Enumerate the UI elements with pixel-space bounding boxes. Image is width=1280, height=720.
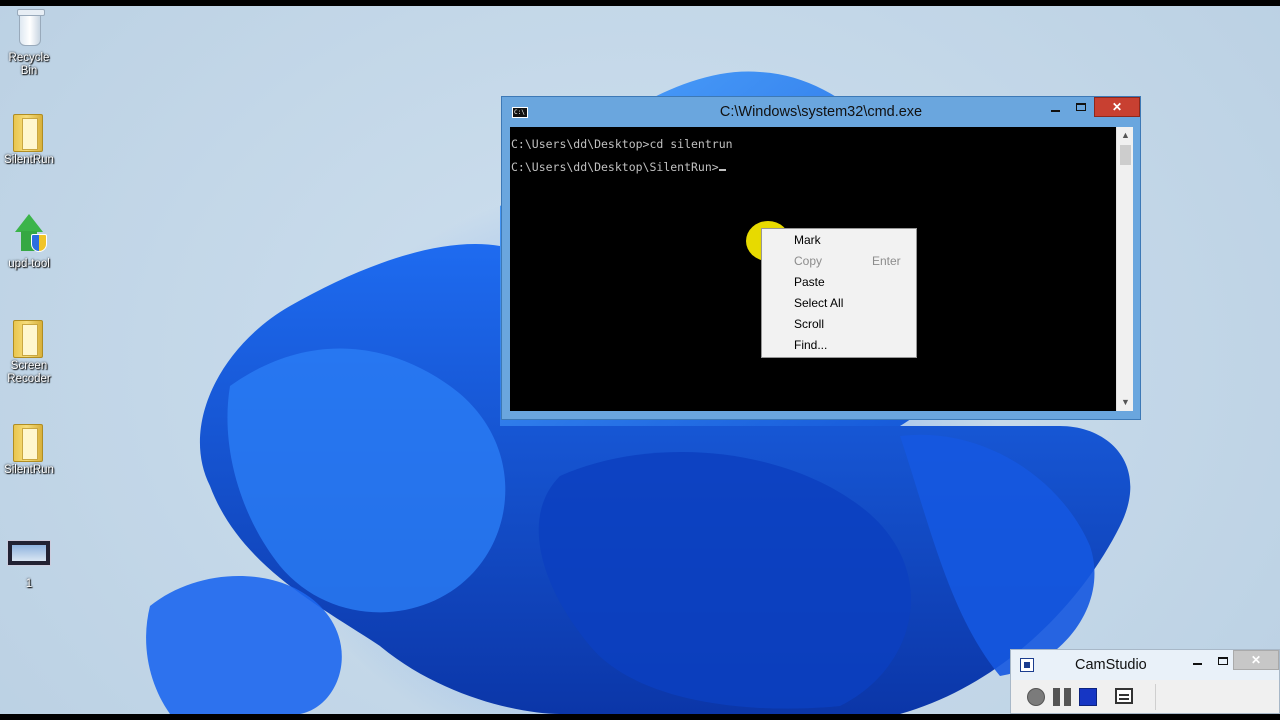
close-icon: ✕ bbox=[1250, 653, 1262, 667]
desktop-icon-label: 1 bbox=[25, 578, 33, 590]
context-menu: Mark Copy Enter Paste Select All Scroll … bbox=[761, 228, 917, 358]
camstudio-minimize-button[interactable] bbox=[1185, 654, 1209, 668]
scrollbar-thumb[interactable] bbox=[1120, 145, 1131, 165]
camstudio-app-icon[interactable] bbox=[1020, 658, 1034, 672]
vertical-scrollbar[interactable]: ▲ ▼ bbox=[1116, 127, 1133, 411]
folder-icon bbox=[9, 420, 49, 462]
menu-item-label: Copy bbox=[794, 254, 823, 268]
console-line-prompt: C:\Users\dd\Desktop\SilentRun> bbox=[511, 156, 1116, 179]
menu-item-accelerator: Enter bbox=[872, 254, 901, 268]
options-icon[interactable] bbox=[1115, 688, 1133, 704]
menu-item-label: Paste bbox=[794, 275, 825, 289]
camstudio-window[interactable]: CamStudio ✕ bbox=[1010, 649, 1280, 714]
folder-icon bbox=[9, 316, 49, 358]
desktop-icon-upd-tool[interactable]: upd-tool bbox=[0, 214, 58, 271]
desktop-icon-label: Recycle Bin bbox=[8, 52, 50, 77]
menu-item-label: Select All bbox=[794, 296, 844, 310]
menu-item-find[interactable]: Find... bbox=[762, 335, 916, 356]
console-prompt: C:\Users\dd\Desktop\SilentRun> bbox=[511, 160, 719, 174]
pause-icon[interactable] bbox=[1053, 688, 1071, 706]
console-line: C:\Users\dd\Desktop>cd silentrun bbox=[511, 137, 733, 151]
desktop-icon-silentrun[interactable]: SilentRun bbox=[0, 110, 58, 167]
desktop-icon-screen-recoder[interactable]: Screen Recoder bbox=[0, 316, 58, 386]
camstudio-title: CamStudio bbox=[1075, 657, 1147, 673]
desktop-icon-label: upd-tool bbox=[8, 258, 50, 270]
desktop-icon-recycle-bin[interactable]: Recycle Bin bbox=[0, 8, 58, 78]
close-button[interactable]: ✕ bbox=[1094, 97, 1140, 117]
cmd-titlebar[interactable]: C:\ C:\Windows\system32\cmd.exe ✕ bbox=[502, 97, 1140, 127]
record-icon[interactable] bbox=[1027, 688, 1045, 706]
menu-item-label: Scroll bbox=[794, 317, 825, 331]
maximize-button[interactable] bbox=[1068, 99, 1094, 119]
desktop-icon-label: SilentRun bbox=[4, 464, 54, 476]
minimize-icon bbox=[1192, 663, 1202, 665]
camstudio-maximize-button[interactable] bbox=[1211, 654, 1235, 668]
desktop-icon-label: Screen Recoder bbox=[7, 360, 51, 385]
close-icon: ✕ bbox=[1111, 100, 1123, 114]
recycle-bin-icon bbox=[9, 8, 49, 50]
camstudio-close-button[interactable]: ✕ bbox=[1233, 650, 1279, 670]
desktop-icon-label: SilentRun bbox=[4, 154, 54, 166]
menu-item-scroll[interactable]: Scroll bbox=[762, 314, 916, 335]
folder-icon bbox=[9, 110, 49, 152]
menu-item-mark[interactable]: Mark bbox=[762, 230, 916, 251]
video-file-icon bbox=[7, 534, 51, 576]
minimize-icon bbox=[1050, 110, 1060, 112]
update-shield-icon bbox=[9, 214, 49, 256]
maximize-icon bbox=[1076, 103, 1086, 111]
scroll-up-icon[interactable]: ▲ bbox=[1117, 127, 1134, 144]
text-cursor bbox=[718, 169, 726, 171]
menu-item-label: Mark bbox=[794, 233, 821, 247]
stop-icon[interactable] bbox=[1079, 688, 1097, 706]
desktop-icon-video-1[interactable]: 1 bbox=[0, 534, 58, 591]
menu-item-select-all[interactable]: Select All bbox=[762, 293, 916, 314]
toolbar-divider bbox=[1155, 684, 1156, 710]
scroll-down-icon[interactable]: ▼ bbox=[1117, 394, 1134, 411]
desktop-icon-silentrun-2[interactable]: SilentRun bbox=[0, 420, 58, 477]
menu-item-copy: Copy Enter bbox=[762, 251, 916, 272]
menu-item-paste[interactable]: Paste bbox=[762, 272, 916, 293]
minimize-button[interactable] bbox=[1042, 99, 1068, 119]
menu-item-label: Find... bbox=[794, 338, 828, 352]
maximize-icon bbox=[1218, 657, 1228, 665]
camstudio-titlebar[interactable]: CamStudio ✕ bbox=[1011, 650, 1279, 680]
